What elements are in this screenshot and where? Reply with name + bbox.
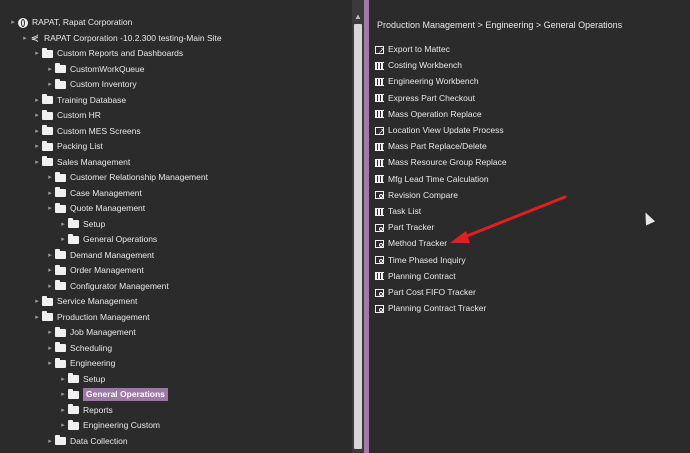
annotation-arrow-head — [450, 231, 470, 243]
annotation-arrow-line — [460, 195, 567, 240]
annotation-arrow — [450, 195, 567, 243]
